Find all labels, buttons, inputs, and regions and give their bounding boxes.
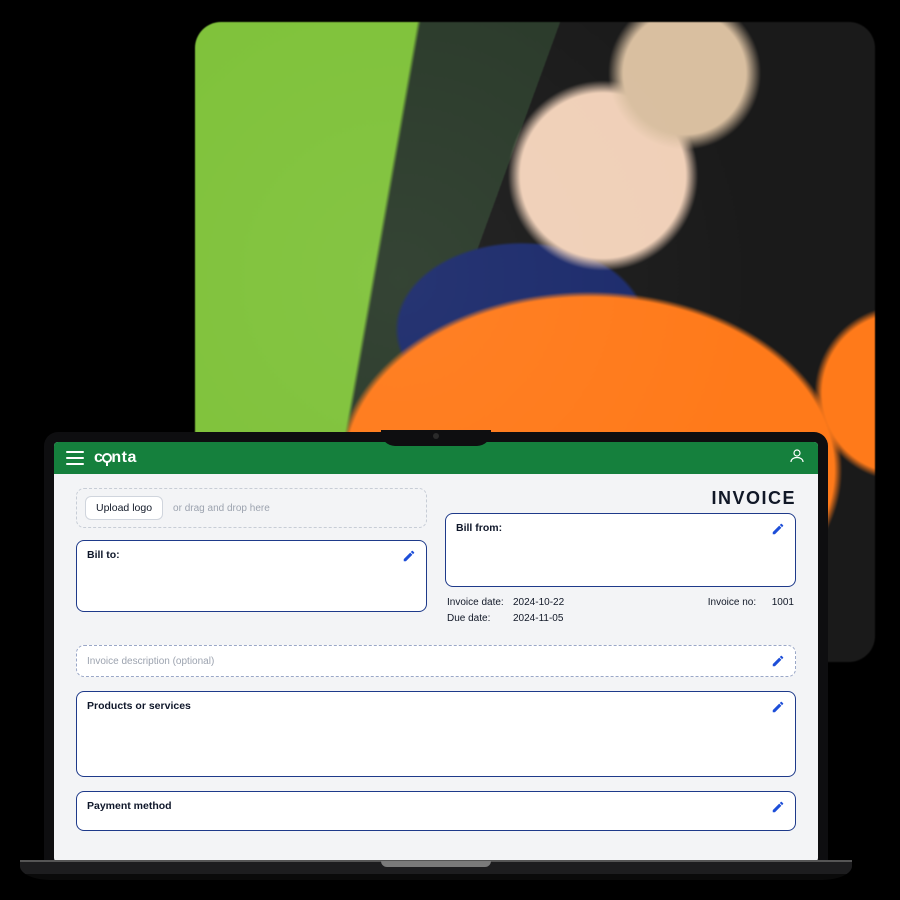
- due-date-value: 2024-11-05: [513, 611, 563, 627]
- invoice-no-value: 1001: [772, 595, 794, 611]
- laptop-frame: cnta Upload logo or drag and drop here: [20, 432, 852, 880]
- document-title: INVOICE: [445, 488, 796, 509]
- due-date-label: Due date:: [447, 611, 505, 627]
- edit-icon[interactable]: [771, 800, 785, 814]
- upload-logo-button[interactable]: Upload logo: [85, 496, 163, 520]
- products-services-label: Products or services: [87, 700, 191, 712]
- invoice-description-input[interactable]: Invoice description (optional): [76, 645, 796, 677]
- bill-to-label: Bill to:: [87, 549, 120, 561]
- laptop-base: [20, 860, 852, 880]
- description-placeholder: Invoice description (optional): [87, 656, 214, 667]
- app-bar: cnta: [54, 442, 818, 474]
- payment-method-panel[interactable]: Payment method: [76, 791, 796, 831]
- invoice-date-value: 2024-10-22: [513, 595, 564, 611]
- bill-from-panel[interactable]: Bill from:: [445, 513, 796, 587]
- edit-icon[interactable]: [771, 654, 785, 668]
- app-screen: cnta Upload logo or drag and drop here: [54, 442, 818, 862]
- invoice-no-label: Invoice no:: [708, 595, 764, 611]
- bill-to-panel[interactable]: Bill to:: [76, 540, 427, 612]
- products-services-panel[interactable]: Products or services: [76, 691, 796, 777]
- user-icon[interactable]: [788, 447, 806, 470]
- edit-icon[interactable]: [771, 700, 785, 714]
- menu-icon[interactable]: [66, 451, 84, 465]
- edit-icon[interactable]: [771, 522, 785, 536]
- invoice-date-label: Invoice date:: [447, 595, 505, 611]
- invoice-meta: Invoice date: 2024-10-22 Due date: 2024-11…: [445, 587, 796, 627]
- edit-icon[interactable]: [402, 549, 416, 563]
- logo-upload-area[interactable]: Upload logo or drag and drop here: [76, 488, 427, 528]
- upload-hint: or drag and drop here: [173, 503, 270, 514]
- laptop-notch: [381, 430, 491, 446]
- brand-logo[interactable]: cnta: [94, 449, 137, 467]
- payment-method-label: Payment method: [87, 800, 172, 812]
- bill-from-label: Bill from:: [456, 522, 502, 534]
